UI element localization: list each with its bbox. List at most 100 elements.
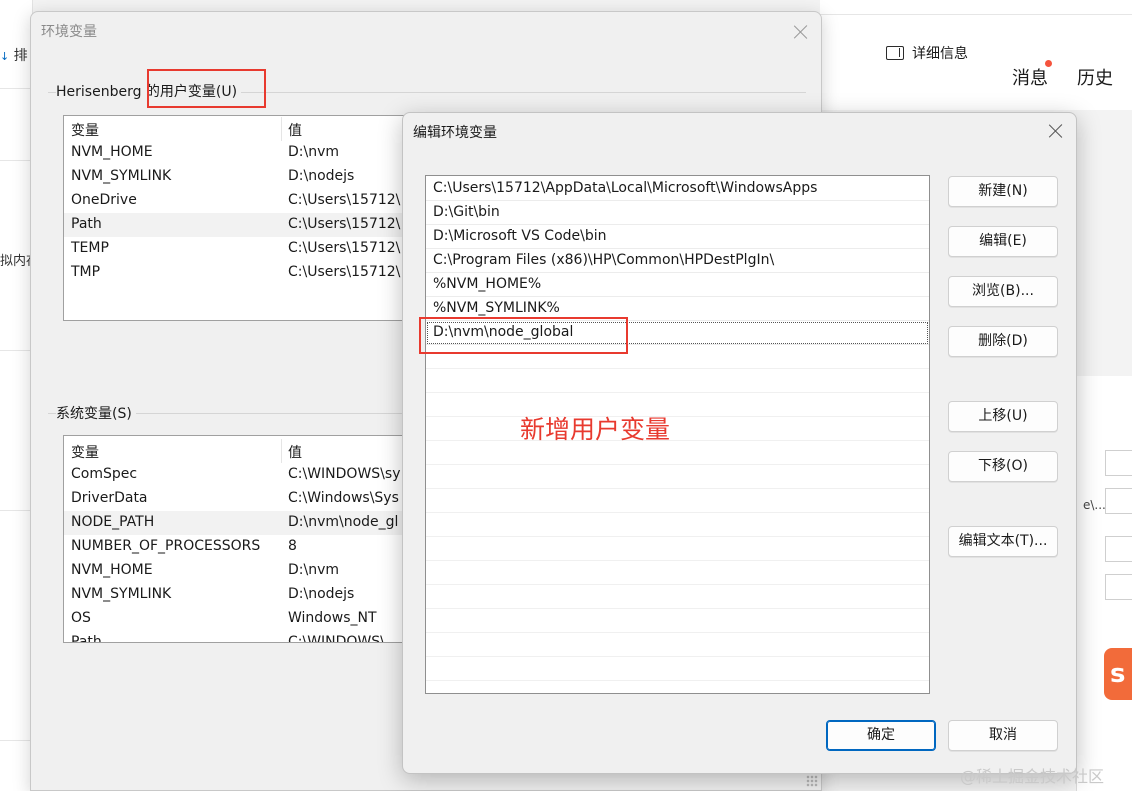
list-item[interactable]: OS Windows_NT (64, 607, 422, 631)
path-entry-text: C:\Program Files (x86)\HP\Common\HPDestP… (433, 252, 775, 268)
variable-name: TEMP (71, 240, 109, 256)
details-button[interactable]: 详细信息 (886, 43, 968, 63)
empty-row (426, 417, 929, 441)
variable-name: OS (71, 610, 91, 626)
divider (0, 740, 32, 741)
close-icon[interactable] (793, 24, 809, 40)
empty-row (426, 441, 929, 465)
details-pane-icon (886, 46, 904, 60)
list-item[interactable]: ComSpec C:\WINDOWS\sy (64, 463, 422, 487)
variable-name: Path (71, 216, 102, 232)
tab-history[interactable]: 历史 (1077, 64, 1113, 90)
variable-name: OneDrive (71, 192, 137, 208)
path-entry-text: %NVM_SYMLINK% (433, 300, 560, 316)
path-entry-text: D:\nvm\node_global (433, 324, 574, 340)
column-separator[interactable] (281, 117, 282, 141)
background-field (1105, 536, 1132, 562)
list-item[interactable]: OneDrive C:\Users\15712\ (64, 189, 422, 213)
path-entry-text: C:\Users\15712\AppData\Local\Microsoft\W… (433, 180, 818, 196)
dialog-titlebar: 环境变量 (31, 12, 821, 48)
path-entry[interactable]: C:\Users\15712\AppData\Local\Microsoft\W… (426, 177, 929, 201)
path-entry[interactable]: D:\Git\bin (426, 201, 929, 225)
variable-name: NVM_HOME (71, 144, 153, 160)
cancel-button[interactable]: 取消 (948, 720, 1058, 751)
empty-row (426, 633, 929, 657)
browse-button[interactable]: 浏览(B)... (948, 276, 1058, 307)
close-icon[interactable] (1048, 123, 1064, 139)
tab-messages[interactable]: 消息 (1012, 64, 1048, 90)
ok-button[interactable]: 确定 (826, 720, 936, 751)
edit-environment-variable-dialog: 编辑环境变量 C:\Users\15712\AppData\Local\Micr… (402, 112, 1077, 774)
move-up-button[interactable]: 上移(U) (948, 401, 1058, 432)
empty-row (426, 513, 929, 537)
variable-name: Path (71, 634, 102, 643)
empty-row (426, 537, 929, 561)
variable-name: TMP (71, 264, 101, 280)
variable-name: DriverData (71, 490, 148, 506)
background-left-strip: ↓ 排 拟内存 (0, 0, 39, 791)
column-header-variable[interactable]: 变量 (71, 120, 99, 140)
empty-row (426, 657, 929, 681)
path-entry[interactable]: %NVM_SYMLINK% (426, 297, 929, 321)
dialog-title: 环境变量 (41, 24, 97, 40)
variable-value: C:\WINDOWS\ (288, 634, 385, 643)
path-entry-text: D:\Git\bin (433, 204, 500, 220)
list-item[interactable]: NVM_HOME D:\nvm (64, 141, 422, 165)
list-item[interactable]: TMP C:\Users\15712\ (64, 261, 422, 285)
empty-row (426, 489, 929, 513)
background-right-panel: e\... (1076, 376, 1132, 791)
empty-row (426, 393, 929, 417)
new-button[interactable]: 新建(N) (948, 176, 1058, 207)
variable-value: C:\WINDOWS\sy (288, 466, 401, 482)
path-entry-text: D:\Microsoft VS Code\bin (433, 228, 607, 244)
variable-value: C:\Windows\Sys (288, 490, 399, 506)
variable-name: NVM_SYMLINK (71, 168, 172, 184)
list-item[interactable]: Path C:\WINDOWS\ (64, 631, 422, 643)
sort-arrow-icon: ↓ (0, 50, 10, 63)
divider (0, 350, 32, 351)
path-entries-list[interactable]: C:\Users\15712\AppData\Local\Microsoft\W… (425, 175, 930, 694)
background-right-label: e\... (1083, 498, 1106, 512)
path-entry[interactable]: D:\nvm\node_global (426, 321, 929, 345)
path-entry[interactable]: %NVM_HOME% (426, 273, 929, 297)
path-entry-text: %NVM_HOME% (433, 276, 542, 292)
list-item[interactable]: NVM_SYMLINK D:\nodejs (64, 583, 422, 607)
list-item[interactable]: NVM_HOME D:\nvm (64, 559, 422, 583)
path-entry[interactable]: D:\Microsoft VS Code\bin (426, 225, 929, 249)
divider (0, 160, 32, 161)
user-variables-list[interactable]: 变量 值 NVM_HOME D:\nvm NVM_SYMLINK D:\nodejs O… (63, 115, 423, 321)
edit-text-button[interactable]: 编辑文本(T)... (948, 526, 1058, 557)
notification-dot (1045, 60, 1052, 67)
watermark: @稀土掘金技术社区 (960, 767, 1105, 786)
list-item[interactable]: NODE_PATH D:\nvm\node_gl (64, 511, 422, 535)
list-item[interactable]: TEMP C:\Users\15712\ (64, 237, 422, 261)
path-entry[interactable]: C:\Program Files (x86)\HP\Common\HPDestP… (426, 249, 929, 273)
list-item[interactable]: DriverData C:\Windows\Sys (64, 487, 422, 511)
variable-value: D:\nodejs (288, 168, 355, 184)
empty-row (426, 345, 929, 369)
list-item[interactable]: NUMBER_OF_PROCESSORS 8 (64, 535, 422, 559)
system-variables-label: 系统变量(S) (56, 403, 136, 423)
user-variables-label: Herisenberg 的用户变量(U) (56, 81, 242, 101)
variable-value: Windows_NT (288, 610, 377, 626)
list-header: 变量 值 (64, 439, 422, 463)
details-button-label: 详细信息 (912, 46, 968, 62)
column-header-value[interactable]: 值 (288, 120, 302, 140)
empty-row (426, 369, 929, 393)
variable-name: NODE_PATH (71, 514, 155, 530)
list-item[interactable]: Path C:\Users\15712\ (64, 213, 422, 237)
edit-button[interactable]: 编辑(E) (948, 226, 1058, 257)
variable-value: D:\nvm (288, 562, 340, 578)
background-topbar (820, 0, 1132, 110)
empty-row (426, 609, 929, 633)
variable-value: D:\nvm\node_gl (288, 514, 399, 530)
column-header-variable[interactable]: 变量 (71, 442, 99, 462)
system-variables-list[interactable]: 变量 值 ComSpec C:\WINDOWS\sy DriverData C:\Wi… (63, 435, 423, 643)
variable-value: D:\nodejs (288, 586, 355, 602)
column-separator[interactable] (281, 439, 282, 463)
delete-button[interactable]: 删除(D) (948, 326, 1058, 357)
column-header-value[interactable]: 值 (288, 442, 302, 462)
list-item[interactable]: NVM_SYMLINK D:\nodejs (64, 165, 422, 189)
move-down-button[interactable]: 下移(O) (948, 451, 1058, 482)
resize-grip-icon[interactable] (806, 775, 818, 787)
